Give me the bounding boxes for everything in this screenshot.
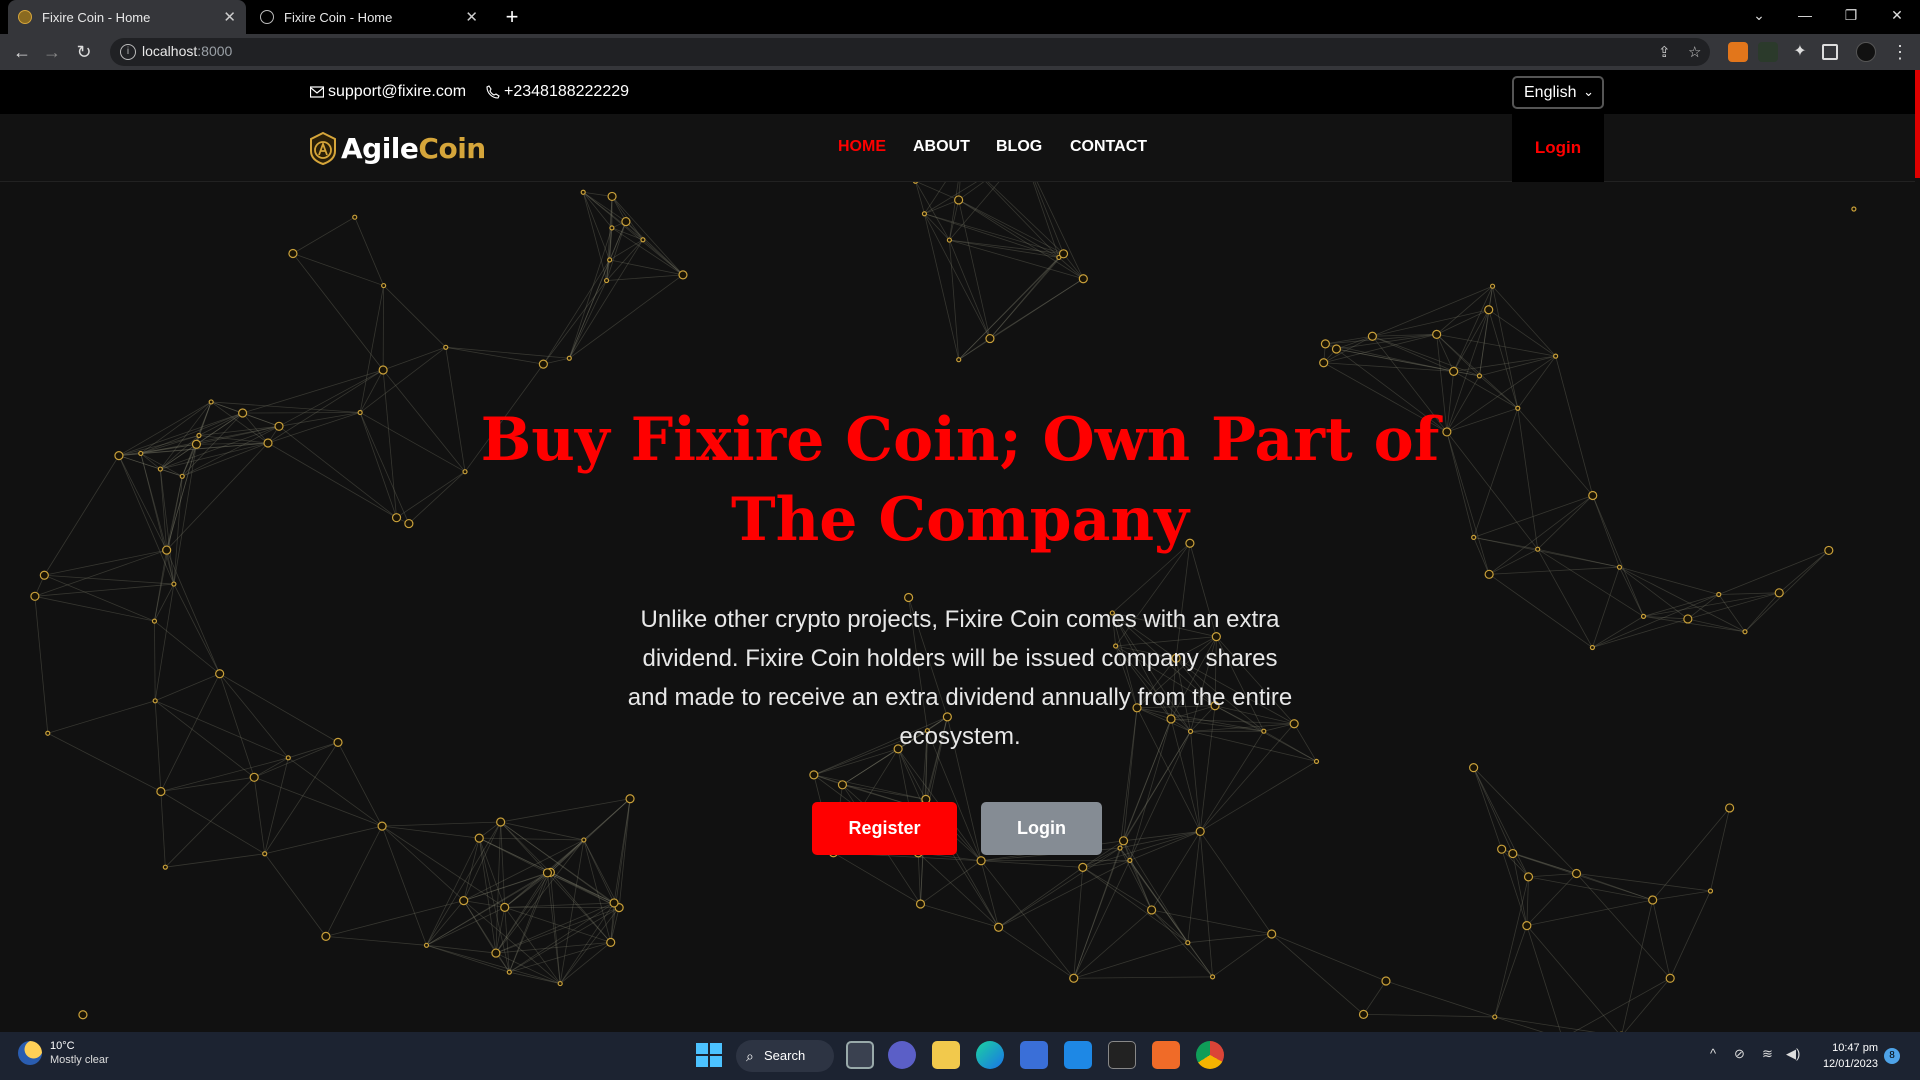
browser-toolbar: ← → ↻ i localhost:8000 ⇪ ☆ ✦ ⋮: [0, 34, 1920, 70]
network-off-icon[interactable]: ⊘: [1734, 1046, 1745, 1062]
nav-login-button[interactable]: Login: [1512, 114, 1604, 182]
envelope-icon: [310, 86, 324, 98]
globe-icon: [260, 10, 274, 24]
bookmark-star-icon[interactable]: ☆: [1688, 43, 1701, 61]
browser-tab[interactable]: Fixire Coin - Home ✕: [250, 0, 488, 34]
phone-icon: [486, 85, 500, 99]
browser-tab-strip: Fixire Coin - Home ✕ Fixire Coin - Home …: [0, 0, 1920, 34]
wifi-icon[interactable]: ≋: [1762, 1046, 1773, 1062]
language-select[interactable]: English ⌄: [1512, 76, 1604, 109]
notification-badge[interactable]: 8: [1884, 1048, 1900, 1064]
puzzle-extensions-icon[interactable]: ✦: [1790, 42, 1810, 62]
nav-home[interactable]: HOME: [838, 138, 886, 156]
microsoft-store-icon[interactable]: [1020, 1041, 1048, 1069]
agilecoin-favicon-icon: [18, 10, 32, 24]
url-text: localhost:8000: [142, 43, 233, 59]
address-bar[interactable]: i localhost:8000 ⇪ ☆: [110, 38, 1710, 66]
weather-moon-icon: [18, 1041, 42, 1065]
agilecoin-shield-icon: [310, 131, 336, 165]
tab-title: Fixire Coin - Home: [42, 9, 151, 25]
search-icon: ⌕: [746, 1048, 754, 1064]
restore-button[interactable]: ❐: [1828, 0, 1874, 34]
vscode-icon[interactable]: [1064, 1041, 1092, 1069]
file-explorer-icon[interactable]: [932, 1041, 960, 1069]
chevron-down-icon: ⌄: [1583, 84, 1594, 99]
terminal-icon[interactable]: [1108, 1041, 1136, 1069]
profile-avatar[interactable]: [1856, 42, 1876, 62]
weather-widget[interactable]: 10°C Mostly clear: [18, 1040, 109, 1066]
side-panel-icon[interactable]: [1822, 44, 1838, 60]
kebab-menu-icon[interactable]: ⋮: [1886, 38, 1914, 66]
hero-description: Unlike other crypto projects, Fixire Coi…: [627, 606, 1293, 750]
support-phone[interactable]: +2348188222229: [486, 83, 629, 101]
taskbar-search[interactable]: ⌕ Search: [736, 1040, 834, 1072]
page-viewport: support@fixire.com +2348188222229 Englis…: [0, 70, 1920, 1032]
register-button[interactable]: Register: [812, 802, 957, 855]
share-icon[interactable]: ⇪: [1658, 43, 1671, 61]
tab-title: Fixire Coin - Home: [284, 9, 393, 25]
forward-arrow-icon[interactable]: →: [38, 38, 66, 66]
back-arrow-icon[interactable]: ←: [8, 38, 36, 66]
reload-icon[interactable]: ↻: [70, 38, 98, 66]
site-logo[interactable]: Agile Coin: [308, 131, 486, 165]
nav-contact[interactable]: CONTACT: [1070, 138, 1147, 156]
nav-blog[interactable]: BLOG: [996, 138, 1042, 156]
nav-about[interactable]: ABOUT: [913, 138, 970, 156]
hero-login-button[interactable]: Login: [981, 802, 1102, 855]
close-tab-icon[interactable]: ✕: [223, 8, 236, 26]
edge-browser-icon[interactable]: [976, 1041, 1004, 1069]
windows-start-icon[interactable]: [694, 1041, 722, 1069]
main-navbar: Agile Coin HOME ABOUT BLOG CONTACT Login: [0, 114, 1920, 182]
chat-icon[interactable]: [888, 1041, 916, 1069]
tray-overflow-icon[interactable]: ^: [1710, 1046, 1716, 1061]
scrollbar-thumb[interactable]: [1915, 70, 1920, 178]
page-scrollbar[interactable]: [1915, 70, 1920, 1032]
volume-icon[interactable]: ◀): [1786, 1046, 1800, 1062]
tab-search-chevron-icon[interactable]: ⌄: [1736, 0, 1782, 34]
minimize-button[interactable]: —: [1782, 0, 1828, 34]
support-email[interactable]: support@fixire.com: [310, 83, 466, 101]
xampp-icon[interactable]: [1152, 1041, 1180, 1069]
task-view-icon[interactable]: [846, 1041, 874, 1069]
close-window-button[interactable]: ✕: [1874, 0, 1920, 34]
site-info-icon[interactable]: i: [120, 44, 136, 60]
chrome-icon[interactable]: [1196, 1041, 1224, 1069]
taskbar-clock[interactable]: 10:47 pm 12/01/2023: [1810, 1040, 1878, 1072]
new-tab-button[interactable]: +: [498, 3, 526, 31]
hero-title: Buy Fixire Coin; Own Part of The Company: [480, 405, 1440, 555]
browser-tab[interactable]: Fixire Coin - Home ✕: [8, 0, 246, 34]
contact-topbar: support@fixire.com +2348188222229 Englis…: [0, 70, 1920, 114]
windows-taskbar: 10°C Mostly clear ⌕ Search ^ ⊘ ≋ ◀) 10:4…: [0, 1032, 1920, 1080]
extension-icon[interactable]: [1758, 42, 1778, 62]
metamask-extension-icon[interactable]: [1728, 42, 1748, 62]
close-tab-icon[interactable]: ✕: [465, 8, 478, 26]
